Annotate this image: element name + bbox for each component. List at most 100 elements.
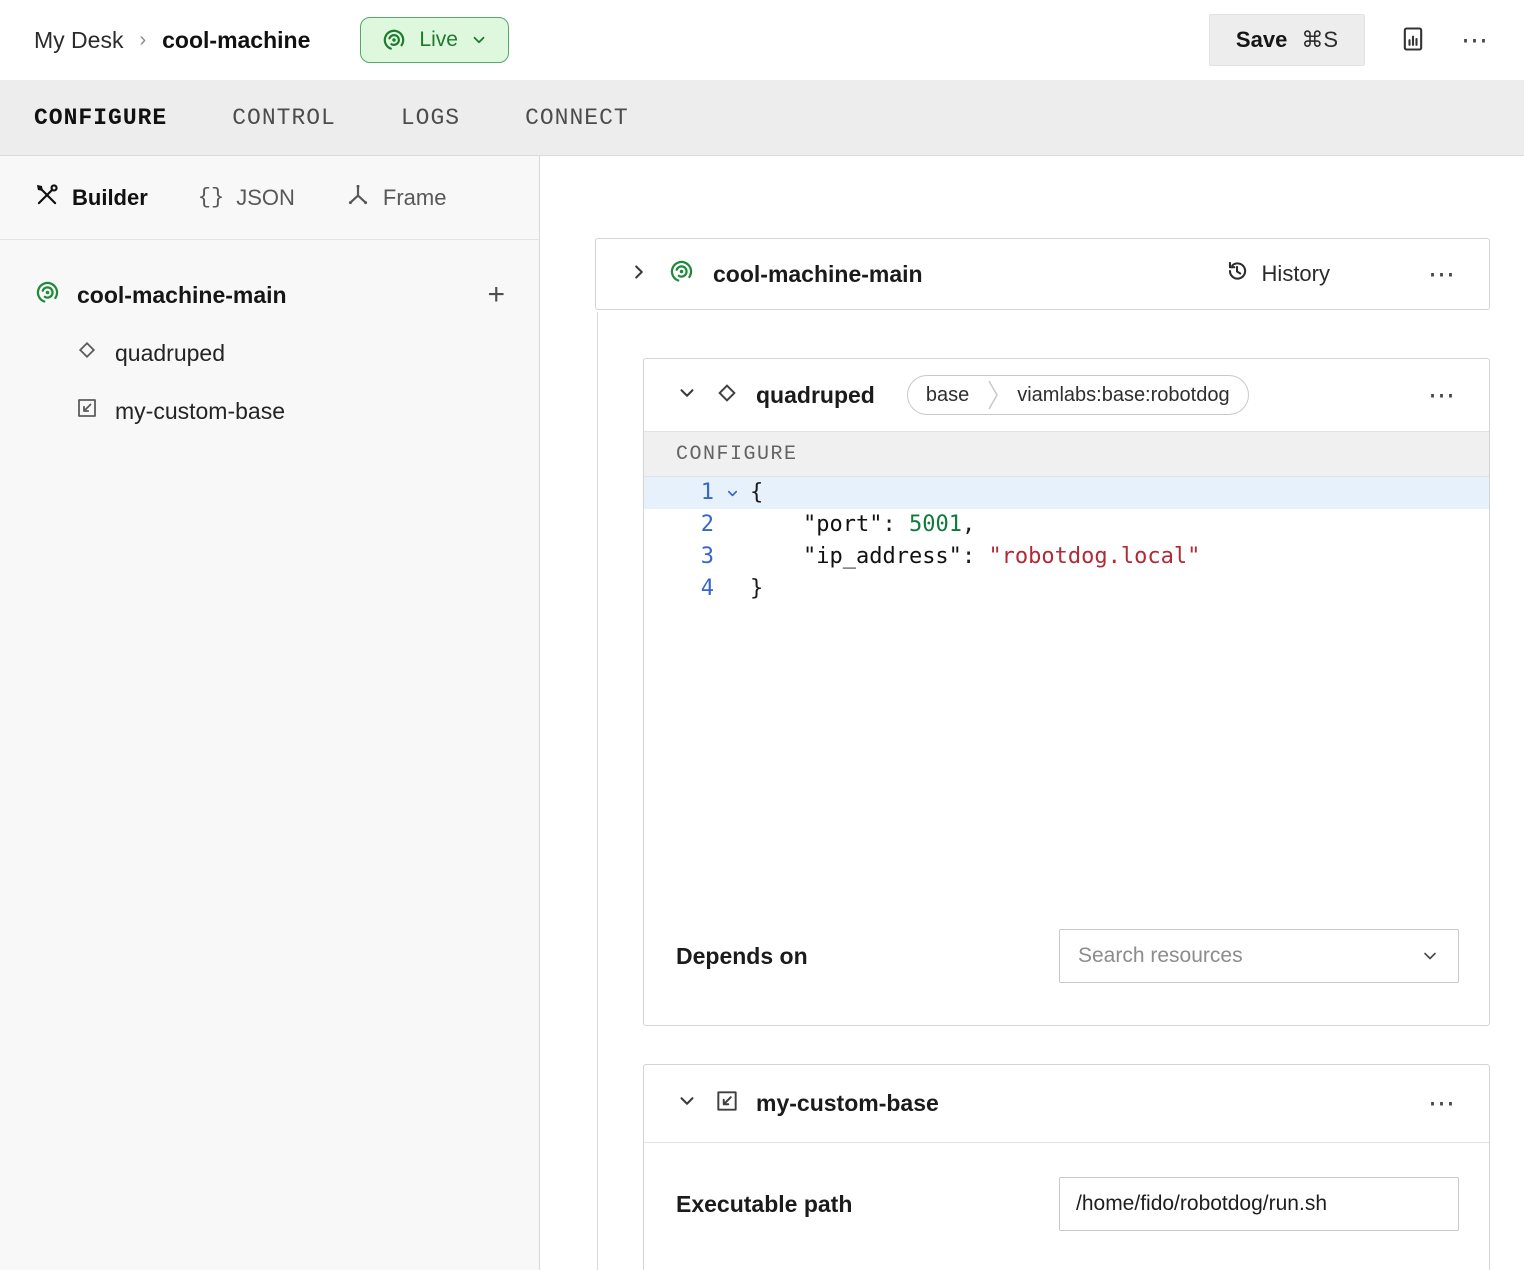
breadcrumb-current: cool-machine [162, 27, 310, 54]
tree-item-my-custom-base[interactable]: my-custom-base [0, 382, 539, 440]
quadruped-card: quadruped base viamlabs:base:robotdog ⋯ … [643, 358, 1490, 1026]
depends-on-select[interactable]: Search resources [1059, 929, 1459, 983]
save-label: Save [1236, 27, 1287, 53]
antenna-icon [668, 258, 695, 290]
my-custom-base-more-button[interactable]: ⋯ [1428, 1090, 1457, 1117]
mode-builder-label: Builder [72, 185, 148, 211]
code-token: } [750, 573, 763, 605]
mode-json[interactable]: {} JSON [198, 185, 295, 211]
machine-part-card: cool-machine-main History ⋯ [595, 238, 1490, 310]
executable-path-row: Executable path [644, 1143, 1489, 1270]
more-options-icon: ⋯ [1428, 261, 1457, 288]
add-component-button[interactable]: + [487, 280, 505, 310]
configure-section-label: CONFIGURE [644, 431, 1489, 477]
line-number: 3 [644, 541, 714, 573]
code-line: 2 "port": 5001, [644, 509, 1489, 541]
code-line: 3 "ip_address": "robotdog.local" [644, 541, 1489, 573]
history-label: History [1262, 261, 1330, 287]
code-token [750, 541, 803, 573]
chevron-down-icon [1420, 946, 1440, 966]
quadruped-card-header: quadruped base viamlabs:base:robotdog ⋯ [644, 359, 1489, 431]
breadcrumb-parent[interactable]: My Desk [34, 27, 123, 54]
tree-guide-line [597, 312, 598, 1270]
component-type-badge: base viamlabs:base:robotdog [907, 375, 1249, 415]
tools-icon [34, 182, 60, 214]
code-token: 5001 [909, 509, 962, 541]
breadcrumb-separator-icon: › [139, 29, 146, 52]
line-number: 1 [644, 477, 714, 509]
machine-part-more-button[interactable]: ⋯ [1388, 261, 1457, 288]
tab-configure[interactable]: CONFIGURE [34, 105, 167, 131]
config-sidebar: Builder {} JSON Frame [0, 156, 540, 1270]
page-tabbar: CONFIGURE CONTROL LOGS CONNECT [0, 80, 1524, 156]
executable-path-input[interactable] [1059, 1177, 1459, 1231]
header-more-button[interactable]: ⋯ [1461, 27, 1490, 54]
my-custom-base-card-header: my-custom-base ⋯ [644, 1065, 1489, 1143]
header-actions: Save ⌘S ⋯ [1209, 14, 1490, 66]
chevron-down-icon[interactable] [676, 382, 698, 409]
config-main: cool-machine-main History ⋯ [540, 156, 1524, 1270]
code-token: : [962, 541, 989, 573]
code-token: "ip_address" [803, 541, 962, 573]
badge-separator-icon [987, 375, 999, 415]
tree-item-machine-part[interactable]: cool-machine-main + [0, 266, 539, 324]
content: Builder {} JSON Frame [0, 156, 1524, 1270]
antenna-icon [381, 27, 407, 53]
mode-frame-label: Frame [383, 185, 447, 211]
mode-builder[interactable]: Builder [34, 182, 148, 214]
badge-type: base [908, 376, 987, 414]
history-button[interactable]: History [1224, 258, 1330, 290]
quadruped-more-button[interactable]: ⋯ [1428, 382, 1457, 409]
live-status-button[interactable]: Live [360, 17, 509, 63]
select-placeholder: Search resources [1078, 944, 1243, 968]
axes-icon [345, 182, 371, 214]
chevron-down-icon [470, 31, 488, 49]
code-token: { [750, 477, 763, 509]
resource-tree: cool-machine-main + quadruped [0, 240, 539, 440]
tree-item-label: quadruped [115, 340, 225, 367]
code-token: "robotdog.local" [988, 541, 1200, 573]
live-label: Live [419, 28, 458, 52]
code-token: , [962, 509, 975, 541]
history-clock-icon [1224, 258, 1250, 290]
my-custom-base-card: my-custom-base ⋯ Executable path [643, 1064, 1490, 1270]
badge-model: viamlabs:base:robotdog [999, 376, 1247, 414]
save-button[interactable]: Save ⌘S [1209, 14, 1365, 66]
breadcrumb: My Desk › cool-machine [34, 27, 310, 54]
tree-item-quadruped[interactable]: quadruped [0, 324, 539, 382]
my-custom-base-title: my-custom-base [756, 1090, 939, 1117]
braces-icon: {} [198, 185, 224, 210]
line-number: 2 [644, 509, 714, 541]
fold-chevron-icon[interactable] [714, 477, 750, 509]
quadruped-title: quadruped [756, 382, 875, 409]
tab-control[interactable]: CONTROL [232, 105, 336, 131]
depends-on-label: Depends on [676, 943, 808, 970]
tab-logs[interactable]: LOGS [401, 105, 460, 131]
diamond-icon [75, 338, 99, 368]
save-shortcut: ⌘S [1301, 27, 1338, 53]
more-options-icon: ⋯ [1428, 1090, 1457, 1117]
more-options-icon: ⋯ [1428, 382, 1457, 409]
module-icon [75, 396, 99, 426]
tree-item-label: my-custom-base [115, 398, 285, 425]
code-token: "port" [803, 509, 882, 541]
module-icon [714, 1088, 740, 1119]
header: My Desk › cool-machine Live Save ⌘S [0, 0, 1524, 80]
mode-json-label: JSON [236, 185, 295, 211]
executable-path-label: Executable path [676, 1191, 852, 1218]
machine-report-button[interactable] [1399, 25, 1427, 56]
chevron-right-icon[interactable] [628, 261, 650, 288]
tree-item-label: cool-machine-main [77, 282, 287, 309]
mode-frame[interactable]: Frame [345, 182, 447, 214]
code-line: 4 } [644, 573, 1489, 605]
chevron-down-icon[interactable] [676, 1090, 698, 1117]
line-number: 4 [644, 573, 714, 605]
attributes-code-editor[interactable]: 1 { 2 "port": 5001, 3 "ip_address": "rob… [644, 477, 1489, 909]
document-chart-icon [1399, 25, 1427, 56]
code-token: : [882, 509, 909, 541]
machine-part-title: cool-machine-main [713, 261, 923, 288]
diamond-icon [714, 380, 740, 411]
depends-on-row: Depends on Search resources [644, 909, 1489, 1025]
config-mode-switcher: Builder {} JSON Frame [0, 156, 539, 240]
tab-connect[interactable]: CONNECT [525, 105, 629, 131]
